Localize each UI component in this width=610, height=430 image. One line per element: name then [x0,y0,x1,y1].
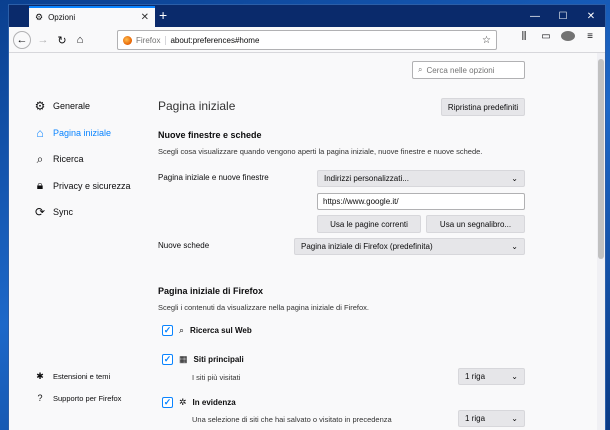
tab-title: Opzioni [48,13,76,22]
search-preferences-placeholder: Cerca nelle opzioni [426,65,495,75]
window-controls: — ☐ ✕ [521,5,605,27]
gear-icon: ⚙ [34,99,46,114]
highlights-checkbox[interactable]: ✓ [162,397,173,408]
close-window-button[interactable]: ✕ [577,5,605,27]
toolbar-icons: ⫼ ▭ ≡ [517,31,597,44]
grid-icon: ▦ [179,354,188,364]
sidebar-bottom-links: ✱ Estensioni e temi ? Supporto per Firef… [33,365,173,409]
firefox-support-link[interactable]: ? Supporto per Firefox [33,387,173,409]
extensions-themes-link[interactable]: ✱ Estensioni e temi [33,365,173,387]
highlights-label: In evidenza [192,398,236,407]
vertical-scrollbar[interactable] [597,53,605,430]
lock-icon: 🔒︎ [36,178,44,193]
puzzle-icon: ✱ [36,370,44,381]
sidebar-item-label: Generale [53,101,91,112]
highlights-description: Una selezione di siti che hai salvato o … [192,415,392,424]
home-page-select[interactable]: Indirizzi personalizzati... ⌄ [317,170,525,187]
search-preferences-input[interactable]: ⌕ Cerca nelle opzioni [412,61,525,79]
url-text[interactable]: about:preferences#home [170,36,478,45]
search-icon: ⌕ [36,151,44,166]
scrollbar-thumb[interactable] [598,59,604,259]
home-page-select-value: Indirizzi personalizzati... [324,174,409,183]
sidebar-item-general[interactable]: ⚙ Generale [33,93,153,120]
chevron-down-icon: ⌄ [511,242,518,251]
new-tabs-label: Nuove schede [158,241,210,250]
sidebar-item-label: Sync [53,207,74,218]
highlights-rows-select[interactable]: 1 riga ⌄ [458,410,525,427]
maximize-button[interactable]: ☐ [549,5,577,27]
section-heading-firefox-home: Pagina iniziale di Firefox [158,286,264,296]
top-sites-rows-select[interactable]: 1 riga ⌄ [458,368,525,385]
use-bookmark-button[interactable]: Usa un segnalibro... [426,215,525,233]
gear-icon: ⚙ [35,12,44,22]
new-tabs-select-value: Pagina iniziale di Firefox (predefinita) [301,242,433,251]
account-icon[interactable] [561,31,575,44]
tab-options[interactable]: ⚙ Opzioni ✕ [29,6,155,27]
preferences-sidebar: ⚙ Generale ⌂ Pagina iniziale ⌕ Ricerca 🔒… [33,93,153,226]
bookmark-star-icon[interactable]: ☆ [482,35,491,46]
sidebar-item-home[interactable]: ⌂ Pagina iniziale [33,120,153,147]
section-description: Scegli cosa visualizzare quando vengono … [158,147,483,156]
top-sites-checkbox[interactable]: ✓ [162,354,173,365]
url-bar[interactable]: Firefox about:preferences#home ☆ [117,30,497,50]
home-page-label: Pagina iniziale e nuove finestre [158,173,269,182]
help-icon: ? [37,393,43,403]
sparkle-icon: ✲ [179,397,187,407]
top-sites-description: I siti più visitati [192,373,241,382]
use-current-pages-button[interactable]: Usa le pagine correnti [317,215,421,233]
forward-button[interactable]: → [34,31,52,49]
sidebar-item-privacy[interactable]: 🔒︎ Privacy e sicurezza [33,173,153,200]
web-search-option[interactable]: ✓ ⌕ Ricerca sul Web [162,325,252,336]
section-heading-new-windows: Nuove finestre e schede [158,130,262,140]
top-sites-option[interactable]: ✓ ▦ Siti principali [162,354,244,365]
top-sites-label: Siti principali [193,355,244,364]
home-button[interactable]: ⌂ [71,31,89,49]
chevron-down-icon: ⌄ [511,174,518,183]
new-tabs-select[interactable]: Pagina iniziale di Firefox (predefinita)… [294,238,525,255]
restore-defaults-button[interactable]: Ripristina predefiniti [441,98,525,116]
sidebar-bottom-label: Estensioni e temi [53,371,111,381]
browser-window: ⚙ Opzioni ✕ + — ☐ ✕ ← → ↻ ⌂ Firefox abou… [8,4,606,430]
highlights-rows-value: 1 riga [465,414,486,423]
menu-icon[interactable]: ≡ [583,31,597,44]
section-description: Scegli i contenuti da visualizzare nella… [158,303,369,312]
sidebar-item-search[interactable]: ⌕ Ricerca [33,146,153,173]
library-icon[interactable]: ⫼ [517,31,531,44]
home-icon: ⌂ [36,125,44,140]
chevron-down-icon: ⌄ [511,414,518,423]
sidebar-item-label: Privacy e sicurezza [53,180,131,191]
back-button[interactable]: ← [13,31,31,49]
new-tab-button[interactable]: + [159,8,167,22]
sidebar-icon[interactable]: ▭ [539,31,553,44]
reload-button[interactable]: ↻ [53,31,71,49]
navigation-toolbar: ← → ↻ ⌂ Firefox about:preferences#home ☆… [9,27,605,53]
web-search-checkbox[interactable]: ✓ [162,325,173,336]
sidebar-item-label: Ricerca [53,154,84,165]
web-search-label: Ricerca sul Web [190,326,252,335]
top-sites-rows-value: 1 riga [465,372,486,381]
identity-label: Firefox [136,35,167,45]
home-url-input[interactable]: https://www.google.it/ [317,193,525,210]
preferences-content: ⌕ Cerca nelle opzioni ⚙ Generale ⌂ Pagin… [9,53,599,430]
search-icon: ⌕ [418,65,423,74]
tab-bar: ⚙ Opzioni ✕ + — ☐ ✕ [9,5,605,27]
search-icon: ⌕ [179,325,185,335]
highlights-option[interactable]: ✓ ✲ In evidenza [162,397,236,408]
sidebar-item-label: Pagina iniziale [53,127,112,138]
chevron-down-icon: ⌄ [511,372,518,381]
sidebar-item-sync[interactable]: ⟳ Sync [33,199,153,226]
minimize-button[interactable]: — [521,5,549,27]
firefox-logo-icon [123,35,132,45]
sidebar-bottom-label: Supporto per Firefox [53,393,122,403]
close-tab-icon[interactable]: ✕ [141,12,149,23]
page-title: Pagina iniziale [158,99,236,113]
sync-icon: ⟳ [34,205,46,220]
